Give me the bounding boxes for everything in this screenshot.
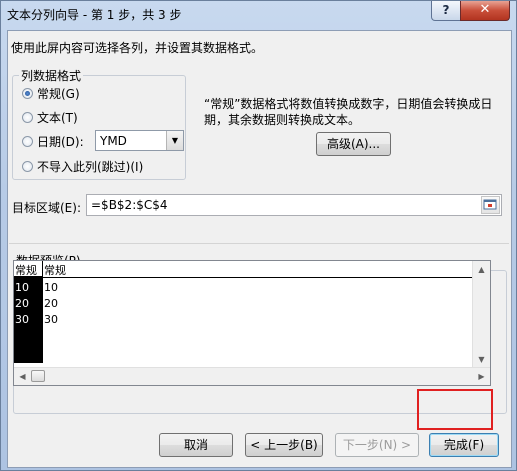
scroll-down-icon[interactable]: ▼ (473, 351, 490, 368)
advanced-button[interactable]: 高级(A)... (316, 132, 391, 156)
next-button[interactable]: 下一步(N) > (335, 433, 419, 457)
text-to-columns-dialog: 文本分列向导 - 第 1 步，共 3 步 ? ✕ 使用此屏内容可选择各列，并设置… (0, 0, 517, 471)
range-picker-icon[interactable] (481, 196, 500, 214)
radio-date-label: 日期(D): (37, 134, 84, 149)
destination-input[interactable]: =$B$2:$C$4 (86, 194, 502, 216)
radio-skip-label: 不导入此列(跳过)(I) (37, 159, 144, 174)
data-preview-grid[interactable]: 常规 10 20 30 常规 10 20 30 ▲ ▼ ◀ ▶ (13, 260, 491, 386)
destination-label: 目标区域(E): (12, 201, 81, 215)
radio-unselected-icon (22, 160, 33, 172)
preview-cell: 20 (44, 297, 58, 310)
back-button[interactable]: < 上一步(B) (245, 433, 323, 457)
radio-date[interactable]: 日期(D): (22, 133, 84, 149)
radio-skip[interactable]: 不导入此列(跳过)(I) (22, 158, 143, 174)
preview-horizontal-scrollbar[interactable]: ◀ ▶ (14, 367, 490, 385)
format-description: “常规”数据格式将数值转换成数字，日期值会转换成日期，其余数据则转换成文本。 (204, 97, 493, 127)
dropdown-arrow-icon[interactable]: ▼ (166, 131, 183, 150)
finish-button[interactable]: 完成(F) (429, 433, 499, 457)
destination-value: =$B$2:$C$4 (91, 198, 168, 212)
radio-general-label: 常规(G) (37, 86, 80, 101)
preview-cell: 20 (15, 297, 29, 310)
preview-cell: 10 (44, 281, 58, 294)
close-button[interactable]: ✕ (460, 1, 510, 21)
radio-text-label: 文本(T) (37, 110, 78, 125)
cancel-button[interactable]: 取消 (159, 433, 233, 457)
radio-unselected-icon (22, 135, 33, 147)
separator (9, 243, 509, 244)
preview-cell: 10 (15, 281, 29, 294)
dialog-title: 文本分列向导 - 第 1 步，共 3 步 (7, 8, 182, 22)
finish-highlight-box (417, 389, 493, 430)
title-bar: 文本分列向导 - 第 1 步，共 3 步 ? ✕ (1, 1, 516, 29)
column-format-legend: 列数据格式 (21, 69, 82, 83)
radio-general[interactable]: 常规(G) (22, 85, 80, 101)
preview-vertical-scrollbar[interactable]: ▲ ▼ (472, 261, 490, 368)
help-button[interactable]: ? (431, 1, 461, 21)
radio-unselected-icon (22, 111, 33, 123)
radio-selected-icon (22, 87, 33, 99)
scroll-right-icon[interactable]: ▶ (473, 368, 490, 385)
date-format-select[interactable]: YMD ▼ (95, 130, 184, 151)
preview-cell: 30 (15, 313, 29, 326)
preview-header-2[interactable]: 常规 (44, 262, 66, 278)
scroll-up-icon[interactable]: ▲ (473, 261, 490, 278)
radio-text[interactable]: 文本(T) (22, 109, 78, 125)
scroll-thumb[interactable] (31, 370, 45, 382)
instruction-text: 使用此屏内容可选择各列，并设置其数据格式。 (11, 41, 264, 55)
date-format-value: YMD (100, 134, 127, 148)
preview-cell: 30 (44, 313, 58, 326)
preview-header-row: 常规 (14, 261, 472, 278)
scroll-left-icon[interactable]: ◀ (14, 368, 31, 385)
